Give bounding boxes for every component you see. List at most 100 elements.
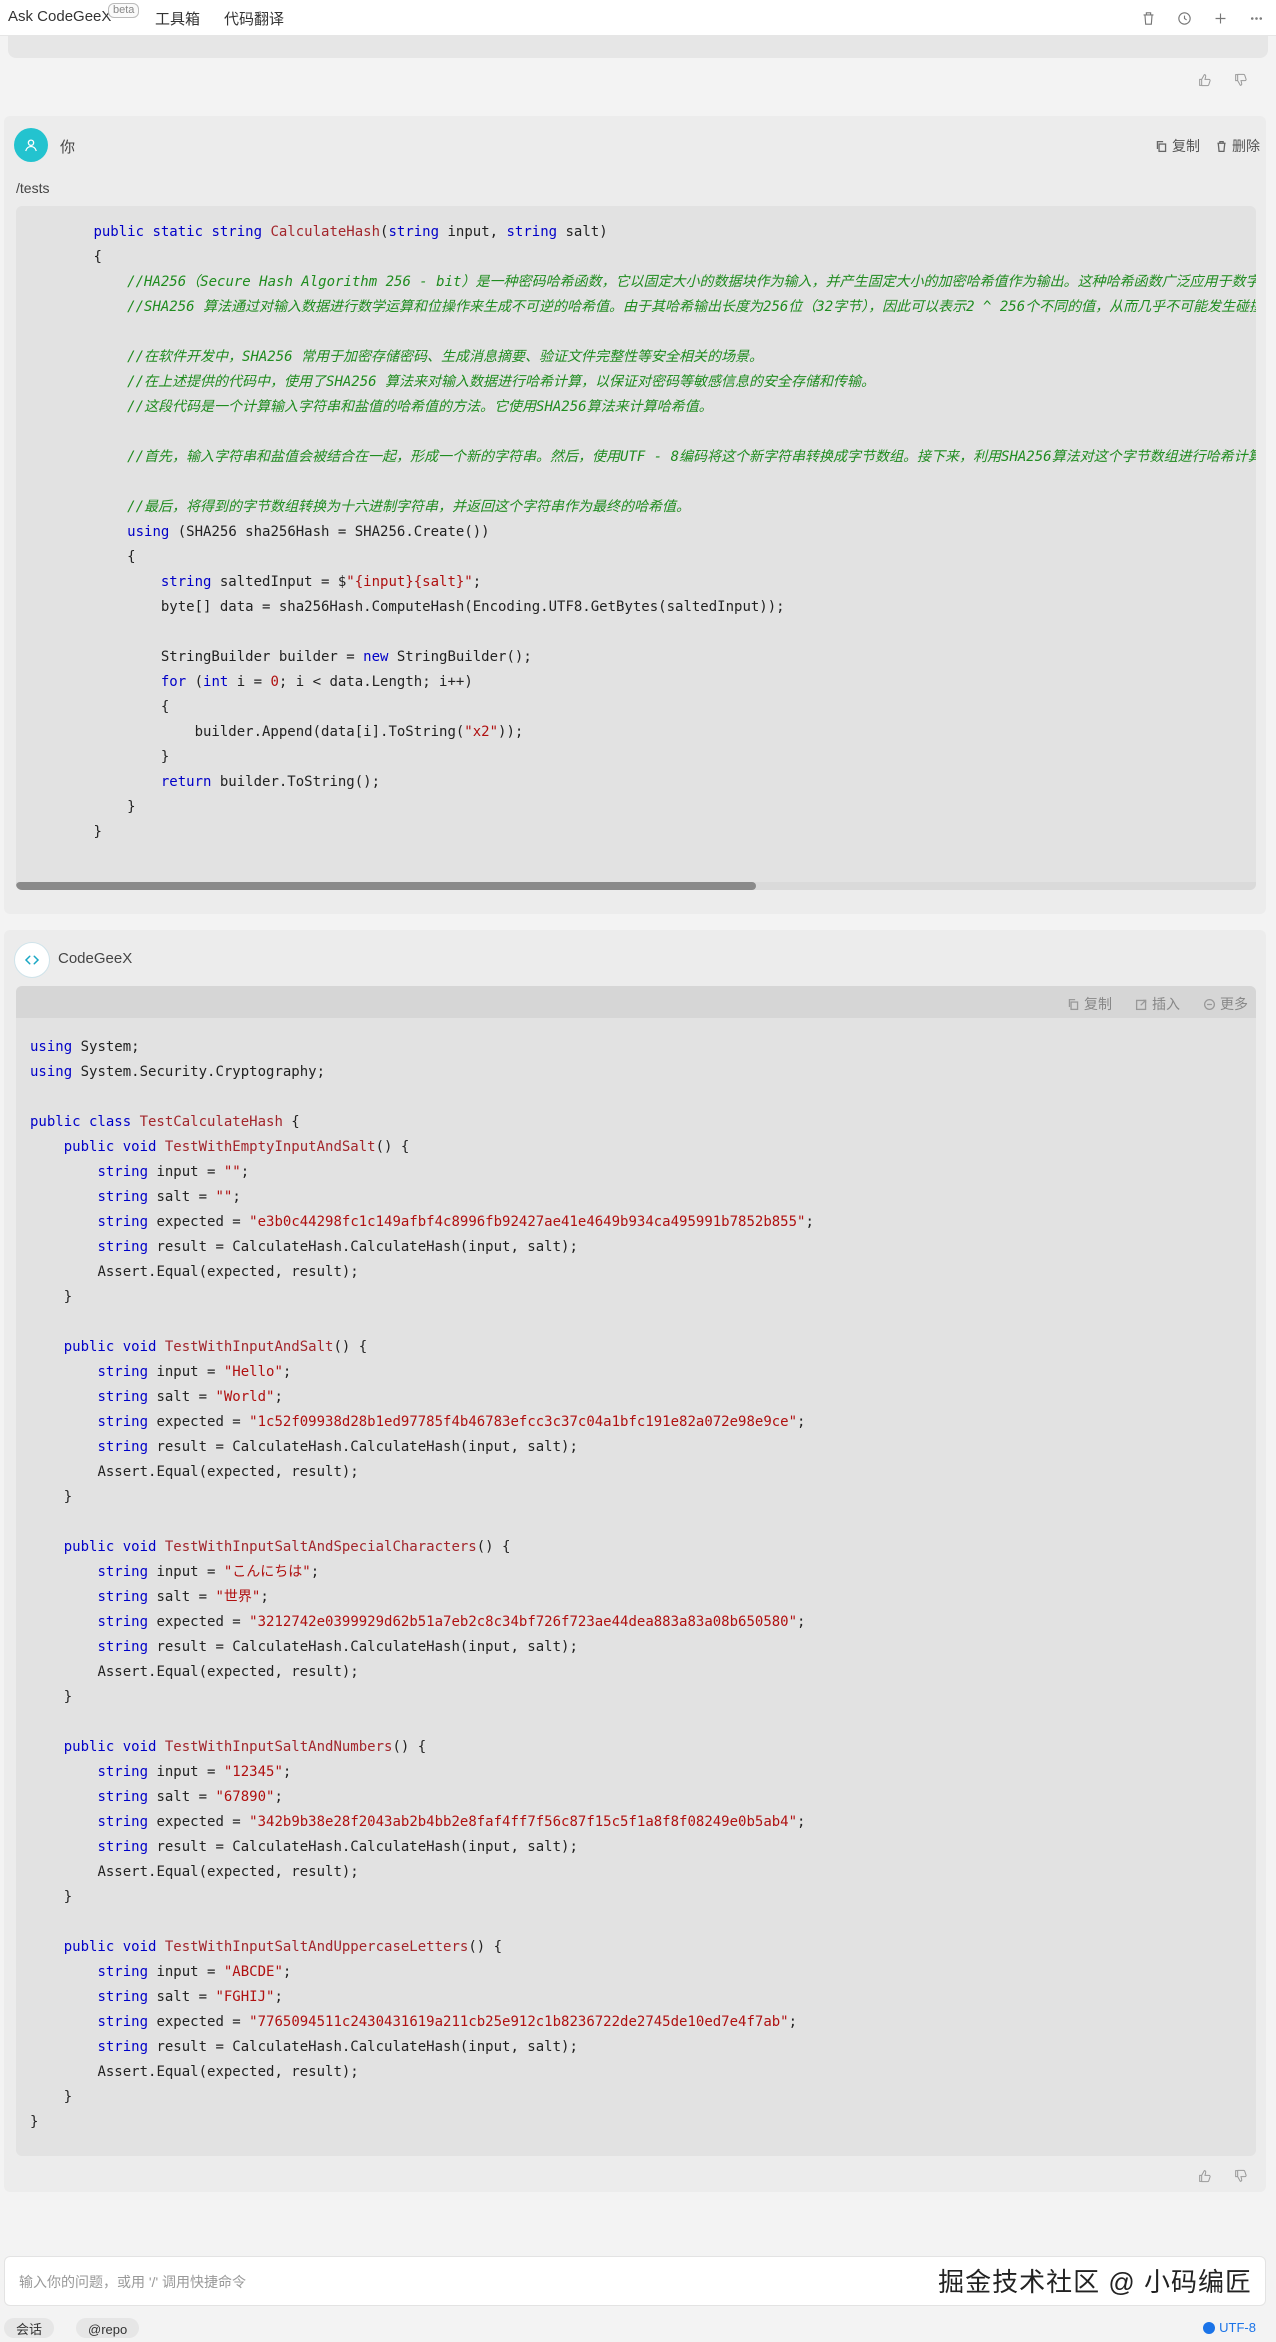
- code-token: string: [97, 1589, 149, 1605]
- brand-title[interactable]: Ask CodeGeeX: [8, 8, 111, 25]
- code-line: }: [30, 1685, 1256, 1710]
- code-line: //这段代码是一个计算输入字符串和盐值的哈希值的方法。它使用SHA256算法来计…: [26, 395, 1256, 420]
- code-token: ));: [498, 724, 524, 740]
- code-token: salt =: [148, 1789, 216, 1805]
- delete-label: 删除: [1232, 138, 1260, 154]
- copy-icon: [1068, 998, 1079, 1010]
- code-token: "e3b0c44298fc1c149afbf4c8996fb92427ae41e…: [249, 1214, 806, 1230]
- code-line: }: [26, 745, 1256, 770]
- code-line: string result = CalculateHash.CalculateH…: [30, 1835, 1256, 1860]
- copy-code-button[interactable]: 复制: [1067, 994, 1112, 1014]
- code-token: string: [97, 1639, 149, 1655]
- code-token: ;: [788, 2014, 798, 2030]
- copy-icon: [1156, 140, 1167, 152]
- code-line: builder.Append(data[i].ToString("x2"));: [26, 720, 1256, 745]
- code-token: System;: [72, 1039, 140, 1055]
- code-line: public void TestWithInputSaltAndUppercas…: [30, 1935, 1256, 1960]
- code-token: }: [63, 1289, 73, 1305]
- code-line: Assert.Equal(expected, result);: [30, 1260, 1256, 1285]
- code-token: "{input}{salt}": [346, 574, 473, 590]
- assistant-feedback: [1197, 2168, 1249, 2188]
- more-code-button[interactable]: 更多: [1203, 994, 1248, 1014]
- code-token: TestWithInputSaltAndUppercaseLetters: [164, 1939, 469, 1955]
- code-line: string salt = "世界";: [30, 1585, 1256, 1610]
- code-token: //最后，将得到的字节数组转换为十六进制字符串，并返回这个字符串作为最终的哈希值…: [127, 499, 691, 515]
- code-line: public class TestCalculateHash {: [30, 1110, 1256, 1135]
- insert-icon: [1135, 999, 1147, 1010]
- tab-toolbox[interactable]: 工具箱: [155, 8, 200, 29]
- code-token: salt =: [148, 1389, 216, 1405]
- code-token: //HA256（Secure Hash Algorithm 256 - bit）…: [127, 274, 1256, 290]
- copy-button[interactable]: 复制: [1155, 136, 1200, 156]
- code-token: 0: [270, 674, 279, 690]
- code-token: //这段代码是一个计算输入字符串和盐值的哈希值的方法。它使用SHA256算法来计…: [127, 399, 713, 415]
- copy-label: 复制: [1172, 138, 1200, 154]
- code-token: input =: [148, 1164, 224, 1180]
- session-chip[interactable]: 会话: [4, 2318, 55, 2338]
- thumb-down-icon[interactable]: [1233, 2168, 1249, 2188]
- code-line: using System.Security.Cryptography;: [30, 1060, 1256, 1085]
- code-line: //HA256（Secure Hash Algorithm 256 - bit）…: [26, 270, 1256, 295]
- code-token: }: [63, 1689, 73, 1705]
- top-actions: [1136, 6, 1268, 30]
- code-line: string expected = "1c52f09938d28b1ed9778…: [30, 1410, 1256, 1435]
- thumb-up-icon[interactable]: [1197, 2168, 1213, 2188]
- code-token: return: [160, 774, 212, 790]
- code-token: ;: [240, 1164, 250, 1180]
- code-line: public static string CalculateHash(strin…: [26, 220, 1256, 245]
- code-line: //SHA256 算法通过对输入数据进行数学运算和位操作来生成不可逆的哈希值。由…: [26, 295, 1256, 320]
- codegeex-logo-icon: [24, 955, 40, 965]
- delete-button[interactable]: 删除: [1215, 136, 1260, 156]
- code-token: Assert.Equal(expected, result);: [97, 1864, 359, 1880]
- history-icon[interactable]: [1172, 6, 1196, 30]
- more-icon[interactable]: [1244, 6, 1268, 30]
- code-token: ;: [260, 1589, 269, 1605]
- insert-code-button[interactable]: 插入: [1135, 994, 1180, 1014]
- plus-icon[interactable]: [1208, 6, 1232, 30]
- code-toolbar: 复制 插入 更多: [16, 986, 1256, 1018]
- encoding-indicator[interactable]: UTF-8: [1203, 2320, 1256, 2335]
- code-line: public void TestWithInputAndSalt() {: [30, 1335, 1256, 1360]
- code-line: }: [30, 2085, 1256, 2110]
- tab-code-translate[interactable]: 代码翻译: [224, 8, 284, 29]
- code-line: public void TestWithInputSaltAndNumbers(…: [30, 1735, 1256, 1760]
- code-line: public void TestWithInputSaltAndSpecialC…: [30, 1535, 1256, 1560]
- code-token: {: [160, 699, 170, 715]
- code-token: byte[] data = sha256Hash.ComputeHash(Enc…: [160, 599, 785, 615]
- code-token: expected =: [148, 1814, 250, 1830]
- code-token: StringBuilder builder =: [160, 649, 364, 665]
- code-token: ;: [472, 574, 482, 590]
- code-token: //首先，输入字符串和盐值会被结合在一起，形成一个新的字符串。然后，使用UTF …: [127, 449, 1256, 465]
- assistant-code-block: 复制 插入 更多 using System; using System.Secur…: [16, 986, 1256, 2156]
- code-line: for (int i = 0; i < data.Length; i++): [26, 670, 1256, 695]
- code-token: public void: [63, 1339, 165, 1355]
- thumb-up-icon[interactable]: [1197, 72, 1213, 92]
- trash-icon[interactable]: [1136, 6, 1160, 30]
- code-line: string result = CalculateHash.CalculateH…: [30, 1435, 1256, 1460]
- code-token: salt): [557, 224, 608, 240]
- code-line: //首先，输入字符串和盐值会被结合在一起，形成一个新的字符串。然后，使用UTF …: [26, 445, 1256, 470]
- scrollbar-thumb[interactable]: [16, 882, 756, 890]
- code-token: Assert.Equal(expected, result);: [97, 2064, 359, 2080]
- code-line: string salt = "";: [30, 1185, 1256, 1210]
- horizontal-scrollbar[interactable]: [16, 882, 1256, 890]
- code-line: }: [26, 795, 1256, 820]
- code-line: string salt = "67890";: [30, 1785, 1256, 1810]
- code-token: "世界": [215, 1589, 261, 1605]
- code-line: string saltedInput = $"{input}{salt}";: [26, 570, 1256, 595]
- thumb-down-icon[interactable]: [1233, 72, 1249, 92]
- code-token: () {: [375, 1139, 410, 1155]
- code-token: "67890": [215, 1789, 275, 1805]
- code-token: string: [97, 1839, 149, 1855]
- repo-chip[interactable]: @repo: [76, 2318, 140, 2338]
- code-line: {: [26, 545, 1256, 570]
- code-token: CalculateHash: [270, 224, 381, 240]
- code-token: () {: [333, 1339, 368, 1355]
- code-line: StringBuilder builder = new StringBuilde…: [26, 645, 1256, 670]
- chat-input[interactable]: [17, 2269, 921, 2295]
- code-token: () {: [468, 1939, 503, 1955]
- code-token: result = CalculateHash.CalculateHash(inp…: [148, 2039, 578, 2055]
- code-token: string: [97, 1389, 149, 1405]
- code-token: string: [97, 1964, 149, 1980]
